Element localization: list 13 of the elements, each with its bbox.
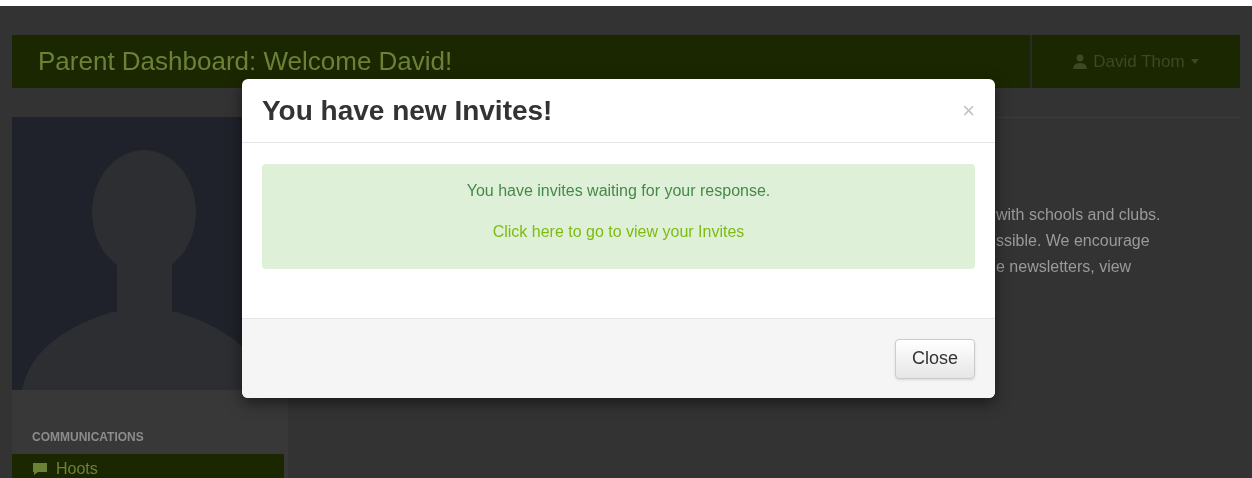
close-button[interactable]: Close [894, 338, 975, 379]
body-text: e newsletters, view [996, 257, 1133, 277]
body-text: ssible. We encourage [996, 231, 1151, 251]
alert-message: You have invites waiting for your response. [466, 181, 771, 201]
sidebar-item[interactable]: Hoots [12, 454, 284, 478]
body-text: with schools and clubs. [996, 205, 1162, 225]
dashboard-title: Parent Dashboard: Welcome David! [37, 45, 453, 78]
section-heading: COMMUNICATIONS [32, 429, 145, 446]
modal-title: You have new Invites! [262, 93, 553, 128]
invites-link[interactable]: Click here to go to view your Invites [492, 220, 745, 244]
chat-bubble-icon [32, 462, 48, 476]
caret-icon [1190, 59, 1199, 64]
user-icon [1073, 54, 1088, 69]
